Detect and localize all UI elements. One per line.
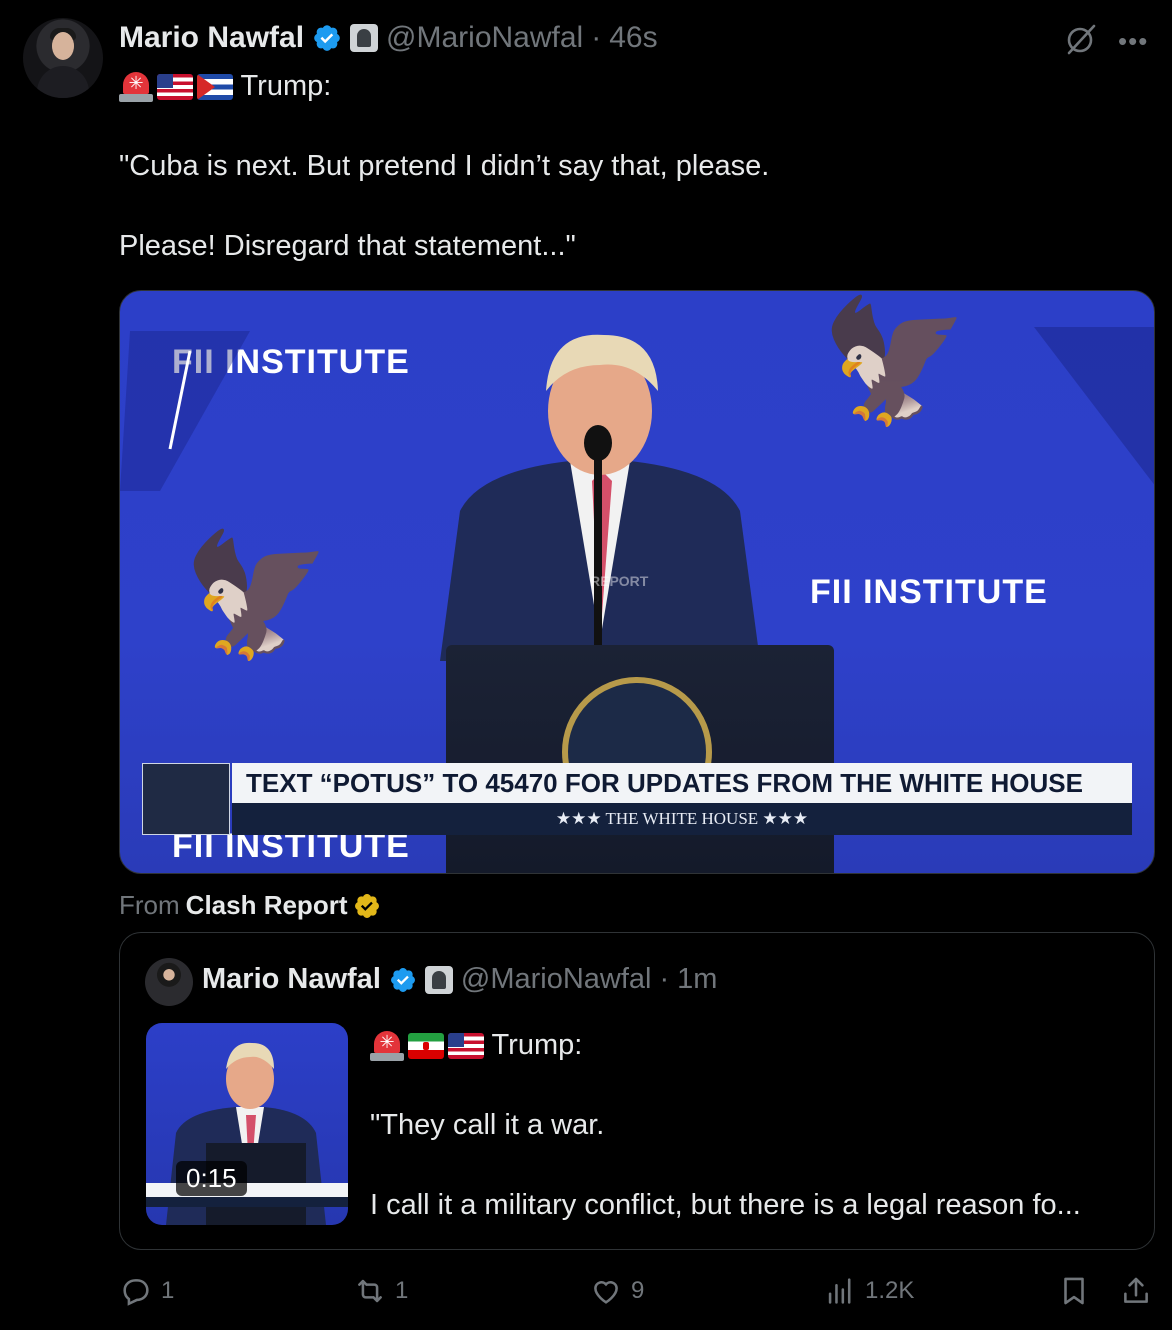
quoted-text-line-3: I call it a military conflict, but there…	[370, 1189, 1081, 1221]
quoted-verified-badge-icon	[390, 967, 415, 992]
fii-logo-right: FII INSTITUTE	[810, 573, 1048, 611]
quoted-text-line-2: "They call it a war.	[370, 1109, 605, 1141]
affiliate-badge-icon[interactable]	[350, 24, 379, 52]
time-separator: ·	[591, 21, 602, 54]
views-button[interactable]: 1.2K	[823, 1274, 914, 1308]
view-count: 1.2K	[865, 1277, 915, 1304]
grok-icon[interactable]	[1064, 22, 1098, 56]
iran-flag-icon	[408, 1033, 444, 1060]
author-name[interactable]: Mario Nawfal	[119, 21, 304, 55]
post-text: ✳ Trump: "Cuba is next. But pretend I di…	[119, 66, 1139, 266]
quoted-author-name[interactable]: Mario Nawfal	[202, 963, 381, 996]
eagle-seal-left-icon: 🦅	[182, 528, 332, 662]
heart-icon	[594, 1281, 618, 1304]
more-options-icon[interactable]: •••	[1118, 26, 1148, 57]
post-emoji-row: ✳	[119, 72, 233, 103]
bookmark-button[interactable]	[1057, 1274, 1091, 1308]
quoted-author-avatar[interactable]	[145, 958, 193, 1006]
share-icon	[1124, 1277, 1148, 1303]
quoted-emoji-row: ✳	[370, 1031, 484, 1062]
quoted-post-header: Mario Nawfal @MarioNawfal · 1m	[202, 963, 717, 996]
action-bar: 1 1 9 1.2K	[119, 1274, 1159, 1318]
quoted-video-thumbnail[interactable]: 0:15	[146, 1023, 348, 1225]
eagle-seal-top-icon: 🦅	[820, 294, 970, 428]
police-light-icon: ✳	[119, 72, 153, 103]
repost-count: 1	[395, 1277, 409, 1304]
author-avatar[interactable]	[23, 18, 103, 98]
clash-report-watermark: REPORT	[590, 573, 649, 589]
stage-screen-right	[1034, 327, 1154, 485]
like-button[interactable]: 9	[589, 1274, 644, 1308]
post-text-line-2: "Cuba is next. But pretend I didn’t say …	[119, 150, 770, 182]
author-handle[interactable]: @MarioNawfal	[386, 21, 583, 55]
source-attribution: From Clash Report	[119, 890, 381, 921]
post-time[interactable]: 46s	[609, 21, 657, 55]
quoted-post-text: ✳ Trump: "They call it a war. I call it …	[370, 1025, 1140, 1225]
stage-screen-left	[120, 331, 250, 491]
lower-third-banner: TEXT “POTUS” TO 45470 FOR UPDATES FROM T…	[142, 763, 1132, 835]
us-flag-icon	[448, 1033, 484, 1060]
repost-icon	[358, 1279, 382, 1303]
quoted-post-time: 1m	[677, 963, 718, 995]
reply-button[interactable]: 1	[119, 1274, 174, 1308]
quoted-author-handle: @MarioNawfal	[460, 963, 652, 995]
cuba-flag-icon	[197, 74, 233, 101]
analytics-icon	[828, 1278, 851, 1304]
banner-main-text: TEXT “POTUS” TO 45470 FOR UPDATES FROM T…	[232, 763, 1132, 803]
quoted-post[interactable]: Mario Nawfal @MarioNawfal · 1m 0:15 ✳ Tr…	[119, 932, 1155, 1250]
video-media[interactable]: FII INSTITUTE 🦅 🦅 FII INSTITUTE FII INST…	[119, 290, 1155, 874]
avatar-suit	[37, 66, 89, 98]
quoted-affiliate-badge-icon	[424, 965, 453, 994]
share-button[interactable]	[1119, 1274, 1153, 1308]
gold-verified-badge-icon[interactable]	[353, 892, 381, 920]
police-light-icon: ✳	[370, 1031, 404, 1062]
post-header: Mario Nawfal @MarioNawfal · 46s	[119, 18, 658, 58]
like-count: 9	[631, 1277, 645, 1304]
white-house-logo-icon	[142, 763, 230, 835]
reply-count: 1	[161, 1277, 175, 1304]
speaker-figure	[440, 334, 760, 661]
video-duration: 0:15	[176, 1161, 247, 1196]
post-text-line-3: Please! Disregard that statement..."	[119, 230, 576, 262]
repost-button[interactable]: 1	[353, 1274, 408, 1308]
quoted-thumbnail-scene	[146, 1042, 348, 1225]
source-name[interactable]: Clash Report	[186, 890, 348, 921]
banner-sub-text: ★★★ THE WHITE HOUSE ★★★	[232, 803, 1132, 835]
quoted-time-separator: ·	[659, 963, 670, 995]
post-text-line-1: Trump:	[240, 70, 332, 102]
bookmark-icon	[1064, 1277, 1084, 1305]
verified-badge-icon[interactable]	[312, 23, 342, 53]
source-prefix: From	[119, 890, 180, 920]
quoted-text-line-1: Trump:	[491, 1029, 583, 1061]
us-flag-icon	[157, 74, 193, 101]
avatar-face	[52, 32, 74, 60]
reply-icon	[123, 1279, 149, 1306]
